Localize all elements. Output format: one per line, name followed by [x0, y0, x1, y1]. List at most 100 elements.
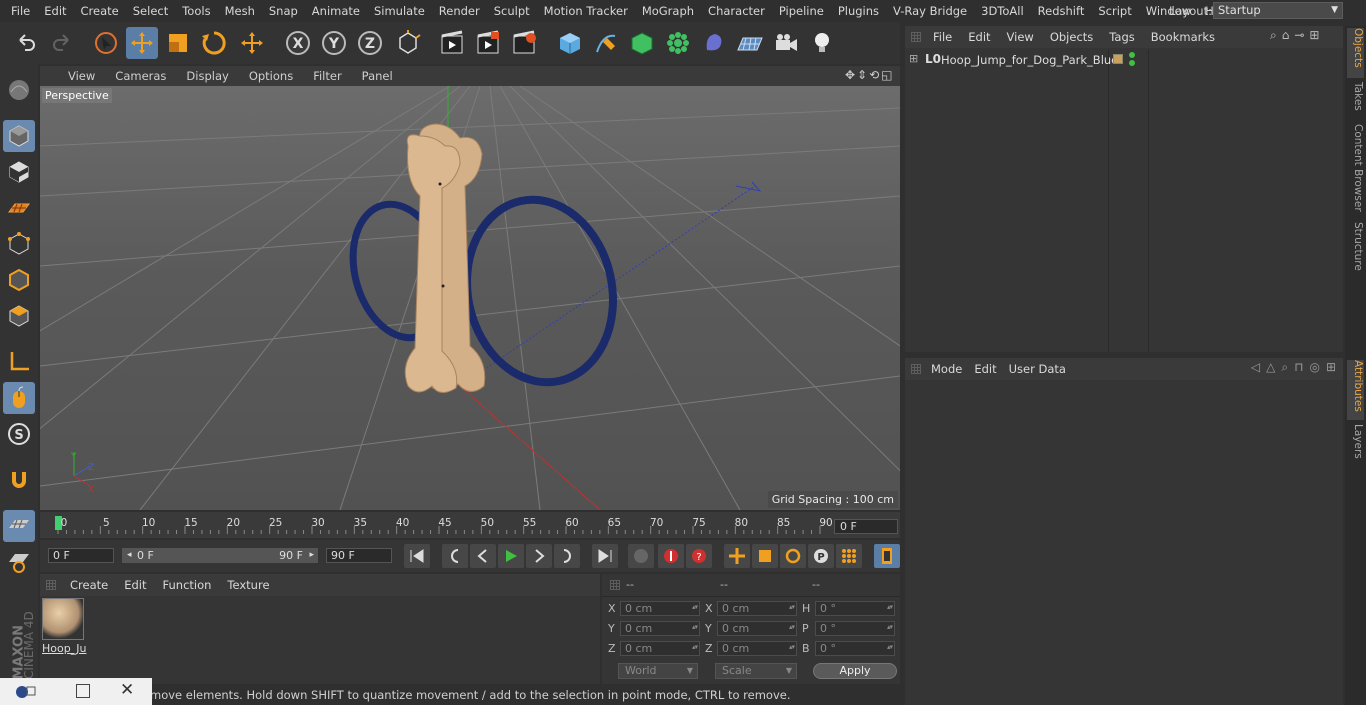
tab-layers[interactable]: Layers	[1347, 424, 1364, 464]
transform-tool-button[interactable]	[236, 27, 268, 59]
key-param-button[interactable]: P	[808, 544, 834, 568]
render-settings-button[interactable]	[508, 27, 540, 59]
undo-button[interactable]	[10, 27, 42, 59]
size-x-field[interactable]: 0 cm	[717, 601, 797, 616]
workplane-mode-button[interactable]	[3, 192, 35, 224]
timeline-view-button[interactable]	[874, 544, 900, 568]
play-button[interactable]	[498, 544, 524, 568]
keyframe-selection-button[interactable]: ?	[686, 544, 712, 568]
end-frame-field[interactable]: 90 F	[326, 548, 392, 563]
move-tool-button[interactable]	[126, 27, 158, 59]
menu-mograph[interactable]: MoGraph	[635, 4, 701, 18]
object-menu-tags[interactable]: Tags	[1101, 30, 1142, 44]
menu-simulate[interactable]: Simulate	[367, 4, 432, 18]
menu-edit[interactable]: Edit	[37, 4, 73, 18]
object-toolbar-icons[interactable]: ⌕⌂⊸⊞	[1270, 28, 1342, 44]
menu-character[interactable]: Character	[701, 4, 772, 18]
floor-button[interactable]	[734, 27, 766, 59]
subdivision-button[interactable]	[626, 27, 658, 59]
key-position-button[interactable]	[724, 544, 750, 568]
goto-start-button[interactable]	[404, 544, 430, 568]
pos-y-field[interactable]: 0 cm	[620, 621, 700, 636]
menu-create[interactable]: Create	[74, 4, 126, 18]
scale-mode-select[interactable]: Scale ▼	[715, 663, 797, 679]
snap-button[interactable]	[3, 464, 35, 496]
attribute-toolbar-icons[interactable]: ◁△⌕⊓◎⊞	[1200, 360, 1342, 376]
menu-file[interactable]: File	[4, 4, 37, 18]
menu-tools[interactable]: Tools	[175, 4, 217, 18]
close-icon[interactable]: ✕	[120, 680, 134, 700]
pos-z-field[interactable]: 0 cm	[620, 641, 700, 656]
menu-mesh[interactable]: Mesh	[218, 4, 262, 18]
menu-plugins[interactable]: Plugins	[831, 4, 886, 18]
axis-mode-button[interactable]	[3, 346, 35, 378]
attribute-menu-user-data[interactable]: User Data	[1003, 362, 1072, 376]
tab-takes[interactable]: Takes	[1347, 82, 1364, 118]
points-mode-button[interactable]	[3, 228, 35, 260]
texture-mode-button[interactable]	[3, 156, 35, 188]
menu-select[interactable]: Select	[126, 4, 175, 18]
material-menu-create[interactable]: Create	[62, 578, 116, 592]
rotate-tool-button[interactable]	[198, 27, 230, 59]
material-menu-edit[interactable]: Edit	[116, 578, 154, 592]
model-mode-button[interactable]	[3, 120, 35, 152]
redo-button[interactable]	[46, 27, 78, 59]
autokey-button[interactable]	[658, 544, 684, 568]
x-axis-button[interactable]: X	[282, 27, 314, 59]
solo-mode-button[interactable]: S	[3, 418, 35, 450]
material-menu-texture[interactable]: Texture	[219, 578, 277, 592]
viewport-menu-filter[interactable]: Filter	[303, 69, 351, 83]
object-menu-bookmarks[interactable]: Bookmarks	[1143, 30, 1223, 44]
material-swatch[interactable]: Hoop_Ju	[42, 598, 86, 656]
rot-h-field[interactable]: 0 °	[815, 601, 895, 616]
deformer-button[interactable]	[698, 27, 730, 59]
menu-pipeline[interactable]: Pipeline	[772, 4, 831, 18]
menu-motion-tracker[interactable]: Motion Tracker	[537, 4, 635, 18]
viewport-menu-cameras[interactable]: Cameras	[105, 69, 176, 83]
menu-snap[interactable]: Snap	[262, 4, 305, 18]
prev-key-button[interactable]	[442, 544, 468, 568]
y-axis-button[interactable]: Y	[318, 27, 350, 59]
key-rotation-button[interactable]	[780, 544, 806, 568]
object-menu-file[interactable]: File	[925, 30, 960, 44]
tab-objects[interactable]: Objects	[1347, 28, 1364, 78]
record-keys-button[interactable]	[628, 544, 654, 568]
viewport-nav-icons[interactable]: ✥⇕⟲◱	[845, 68, 899, 84]
viewport-menu-view[interactable]: View	[58, 69, 105, 83]
key-scale-button[interactable]	[752, 544, 778, 568]
rot-b-field[interactable]: 0 °	[815, 641, 895, 656]
camera-button[interactable]	[770, 27, 802, 59]
menu-v-ray-bridge[interactable]: V-Ray Bridge	[886, 4, 974, 18]
render-view-button[interactable]	[436, 27, 468, 59]
restore-icon[interactable]	[14, 684, 38, 700]
layout-select[interactable]: Startup ▼	[1213, 2, 1343, 19]
editor-visibility-dot[interactable]	[1129, 52, 1135, 58]
size-z-field[interactable]: 0 cm	[717, 641, 797, 656]
expand-icon[interactable]: ⊞	[909, 52, 918, 65]
rot-p-field[interactable]: 0 °	[815, 621, 895, 636]
cloner-button[interactable]	[662, 27, 694, 59]
z-axis-button[interactable]: Z	[354, 27, 386, 59]
enable-axis-button[interactable]	[3, 510, 35, 542]
menu-animate[interactable]: Animate	[305, 4, 367, 18]
scale-tool-button[interactable]	[162, 27, 194, 59]
perspective-viewport[interactable]: Y Z X Perspective Grid Spacing : 100 cm	[40, 86, 900, 510]
coord-mode-select[interactable]: World ▼	[618, 663, 698, 679]
workplane-snap-button[interactable]	[3, 546, 35, 578]
layer-color-swatch[interactable]	[1113, 54, 1123, 64]
object-menu-view[interactable]: View	[999, 30, 1042, 44]
viewport-menu-display[interactable]: Display	[176, 69, 238, 83]
render-visibility-dot[interactable]	[1129, 60, 1135, 66]
next-key-button[interactable]	[554, 544, 580, 568]
object-row[interactable]: ⊞ L0 Hoop_Jump_for_Dog_Park_Blue	[905, 50, 1343, 70]
light-button[interactable]	[806, 27, 838, 59]
live-selection-button[interactable]	[90, 27, 122, 59]
size-y-field[interactable]: 0 cm	[717, 621, 797, 636]
tab-structure[interactable]: Structure	[1347, 222, 1364, 278]
current-frame-field[interactable]: 0 F	[834, 519, 898, 534]
apply-button[interactable]: Apply	[813, 663, 897, 679]
frame-range-slider[interactable]: ◂ 0 F 90 F ▸	[122, 548, 318, 563]
cube-primitive-button[interactable]	[554, 27, 586, 59]
tab-content-browser[interactable]: Content Browser	[1347, 124, 1364, 216]
goto-end-button[interactable]	[592, 544, 618, 568]
